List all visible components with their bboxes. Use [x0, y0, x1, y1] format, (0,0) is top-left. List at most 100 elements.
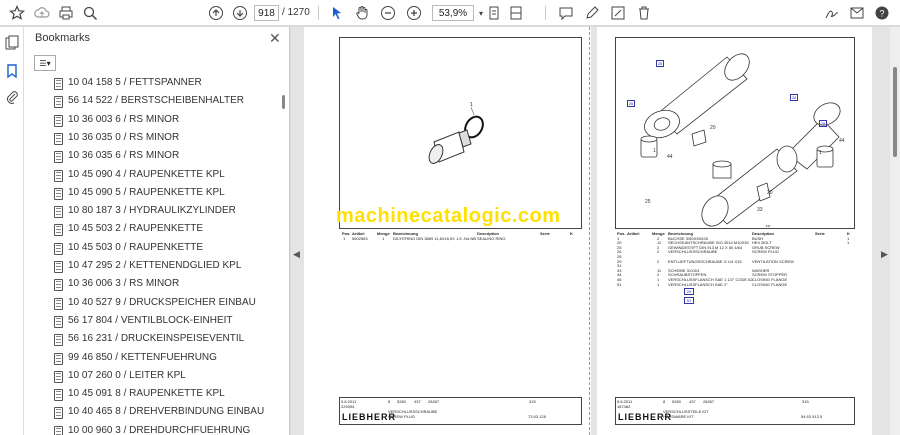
- bookmark-label: 10 40 465 8 / DREHVERBINDUNG EINBAU: [68, 406, 265, 418]
- star-icon[interactable]: [7, 3, 27, 23]
- pen-icon[interactable]: [582, 3, 602, 23]
- svg-text:1: 1: [819, 150, 822, 156]
- bookmark-item[interactable]: 10 36 035 6 / RS MINOR: [24, 148, 282, 166]
- bookmark-item[interactable]: 10 80 187 3 / HYDRAULIKZYLINDER: [24, 203, 282, 221]
- page-icon: [54, 78, 63, 90]
- bookmark-item[interactable]: 10 00 960 3 / DREHDURCHFUEHRUNG: [24, 423, 282, 435]
- callout-badge[interactable]: 26: [819, 120, 827, 127]
- page-icon: [54, 279, 63, 292]
- page-icon: [54, 334, 63, 347]
- select-cursor-icon[interactable]: [327, 3, 347, 23]
- bookmark-item[interactable]: 10 36 035 0 / RS MINOR: [24, 130, 282, 148]
- callout-badge[interactable]: 28: [790, 94, 798, 101]
- footer-num: 167462: [617, 404, 631, 409]
- bookmark-item[interactable]: 10 04 158 5 / FETTSPANNER: [24, 75, 282, 93]
- bookmark-item[interactable]: 10 36 006 3 / RS MINOR: [24, 276, 282, 294]
- bookmark-item[interactable]: 56 14 522 / BERSTSCHEIBENHALTER: [24, 93, 282, 111]
- cell: DICHTRING DIN 3869 11,6X16,5X 1,5 -N4-NB: [393, 235, 477, 241]
- bookmark-item[interactable]: 99 46 850 / KETTENFUEHRUNG: [24, 350, 282, 368]
- callout-badge[interactable]: 26: [627, 100, 635, 107]
- bookmark-item[interactable]: 10 07 260 0 / LEITER KPL: [24, 368, 282, 386]
- bookmark-item[interactable]: 56 17 804 / VENTILBLOCK-EINHEIT: [24, 313, 282, 331]
- cell: 51: [617, 281, 622, 287]
- bookmark-label: 10 00 960 3 / DREHDURCHFUEHRUNG: [68, 424, 251, 435]
- callout-badge[interactable]: 51: [684, 297, 694, 304]
- email-icon[interactable]: [847, 3, 867, 23]
- page-icon: [54, 132, 63, 145]
- svg-text:1: 1: [653, 148, 656, 154]
- bookmark-options-button[interactable]: ☰▾: [34, 55, 56, 71]
- table-row: 1 5602563 1 DICHTRING DIN 3869 11,6X16,5…: [342, 235, 582, 242]
- document-scrollbar[interactable]: [890, 27, 900, 435]
- liebherr-logo: LIEBHERR: [342, 412, 397, 422]
- page-divider: [589, 27, 590, 435]
- thumbnails-icon[interactable]: [4, 35, 20, 51]
- bookmark-scrollbar[interactable]: [282, 75, 286, 435]
- footer-code: 437: [414, 399, 421, 404]
- cell: SEALING RING: [477, 235, 506, 241]
- bookmark-item[interactable]: 10 45 090 4 / RAUPENKETTE KPL: [24, 167, 282, 185]
- bookmark-label: 56 14 522 / BERSTSCHEIBENHALTER: [68, 95, 244, 107]
- cell: 1: [382, 235, 385, 241]
- scroll-right-icon[interactable]: ▶: [881, 249, 888, 260]
- footer-code: 5260: [672, 399, 681, 404]
- part-callout: 1: [470, 102, 473, 108]
- page-icon: [54, 370, 63, 383]
- bookmark-label: 99 46 850 / KETTENFUEHRUNG: [68, 351, 217, 363]
- sign-icon[interactable]: [822, 3, 842, 23]
- bookmark-item[interactable]: 10 36 003 6 / RS MINOR: [24, 112, 282, 130]
- zoom-level-select[interactable]: 53,9%: [432, 5, 474, 21]
- document-viewer: ◀ ▶ 1 Pos. Artikel Menge Bezeichnung Des…: [291, 27, 900, 435]
- bookmark-item[interactable]: 10 40 465 8 / DREHVERBINDUNG EINBAU: [24, 404, 282, 422]
- upload-cloud-icon[interactable]: [32, 3, 52, 23]
- cell: 5602563: [352, 235, 368, 241]
- bookmark-label: 10 45 090 5 / RAUPENKETTE KPL: [68, 186, 225, 198]
- hand-tool-icon[interactable]: [352, 3, 372, 23]
- page-icon: [54, 114, 63, 127]
- callout-badge[interactable]: 28: [656, 60, 664, 67]
- bookmark-label: 10 36 006 3 / RS MINOR: [68, 278, 180, 290]
- svg-text:33: 33: [757, 207, 763, 213]
- svg-text:44: 44: [839, 138, 845, 144]
- zoom-out-icon[interactable]: [378, 3, 398, 23]
- page-icon: [54, 407, 63, 420]
- comment-icon[interactable]: [556, 3, 576, 23]
- bookmark-label: 10 45 503 2 / RAUPENKETTE: [68, 223, 204, 235]
- svg-text:20: 20: [710, 125, 716, 131]
- edit-text-icon[interactable]: [608, 3, 628, 23]
- bookmark-label: 10 45 091 8 / RAUPENKETTE KPL: [68, 388, 225, 400]
- prev-page-icon[interactable]: [206, 3, 226, 23]
- callout-badge[interactable]: 29: [684, 288, 694, 295]
- bookmark-item[interactable]: 10 45 503 2 / RAUPENKETTE: [24, 221, 282, 239]
- bookmark-item[interactable]: 10 45 091 8 / RAUPENKETTE KPL: [24, 386, 282, 404]
- scroll-left-icon[interactable]: ◀: [293, 249, 300, 260]
- footer-num: 229394: [341, 404, 355, 409]
- zoom-in-icon[interactable]: [404, 3, 424, 23]
- bookmark-label: 10 36 035 6 / RS MINOR: [68, 150, 180, 162]
- cell: CLOSING FLANGE: [752, 281, 788, 287]
- attachment-icon[interactable]: [4, 89, 20, 105]
- page-number-input[interactable]: 918: [254, 5, 279, 21]
- bookmark-item[interactable]: 10 40 527 9 / DRUCKSPEICHER EINBAU: [24, 295, 282, 313]
- scroll-mode-icon[interactable]: [506, 3, 526, 23]
- footer-code: 28267: [703, 399, 715, 404]
- help-icon[interactable]: ?: [872, 3, 892, 23]
- print-icon[interactable]: [56, 3, 76, 23]
- close-icon[interactable]: ✕: [269, 30, 281, 47]
- page-icon: [54, 297, 63, 310]
- pdf-page-right: 1 44 20 20 33 1 44 25 46 28 26 28 26 Pos…: [589, 27, 872, 435]
- bookmark-item[interactable]: 10 47 295 2 / KETTENENDGLIED KPL: [24, 258, 282, 276]
- fit-page-icon[interactable]: [484, 3, 504, 23]
- bookmark-item[interactable]: 10 45 503 0 / RAUPENKETTE: [24, 240, 282, 258]
- toolbar-divider: [545, 6, 546, 20]
- screw-plug-drawing: [428, 107, 484, 164]
- bookmark-label: 10 40 527 9 / DRUCKSPEICHER EINBAU: [68, 296, 256, 308]
- zoom-search-icon[interactable]: [80, 3, 100, 23]
- page-icon: [54, 261, 63, 273]
- bookmark-label: 10 36 035 0 / RS MINOR: [68, 131, 180, 143]
- trash-icon[interactable]: [634, 3, 654, 23]
- bookmark-item[interactable]: 10 45 090 5 / RAUPENKETTE KPL: [24, 185, 282, 203]
- bookmark-icon[interactable]: [4, 63, 20, 79]
- next-page-icon[interactable]: [230, 3, 250, 23]
- bookmark-item[interactable]: 56 16 231 / DRUCKEINSPEISEVENTIL: [24, 331, 282, 349]
